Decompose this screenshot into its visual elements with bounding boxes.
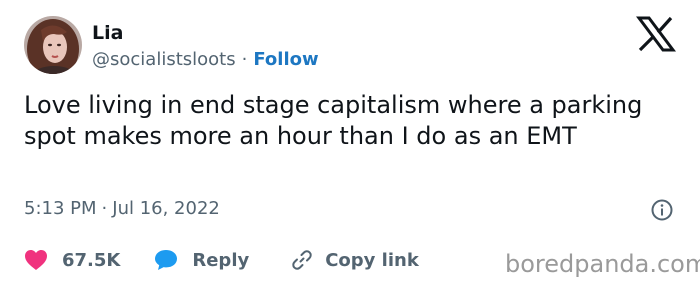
heart-icon [25,250,47,270]
avatar[interactable] [24,16,82,74]
tweet-date: Jul 16, 2022 [112,198,220,219]
action-bar: 67.5K Reply Copy link [24,247,419,273]
tweet-time: 5:13 PM [24,198,97,219]
info-icon[interactable] [651,199,673,221]
like-button[interactable]: 67.5K [24,249,120,271]
author-handle-row: @socialistsloots · Follow [92,48,319,72]
tweet-timestamp[interactable]: 5:13 PM · Jul 16, 2022 [24,197,220,221]
author-name[interactable]: Lia [92,21,123,45]
copy-link-button[interactable]: Copy link [291,249,419,271]
reply-label: Reply [192,249,250,271]
x-logo-icon[interactable] [636,16,676,52]
link-icon [292,250,312,270]
copy-link-label: Copy link [325,249,419,271]
handle-separator: · [241,49,248,70]
reply-button[interactable]: Reply [154,249,249,271]
speech-bubble-icon [155,250,178,270]
timestamp-separator: · [101,198,108,219]
follow-button[interactable]: Follow [253,49,318,70]
watermark: boredpanda.com [505,250,700,278]
author-handle[interactable]: @socialistsloots [92,49,236,70]
tweet-text: Love living in end stage capitalism wher… [24,91,643,150]
like-count: 67.5K [62,249,121,271]
divider [24,235,676,236]
